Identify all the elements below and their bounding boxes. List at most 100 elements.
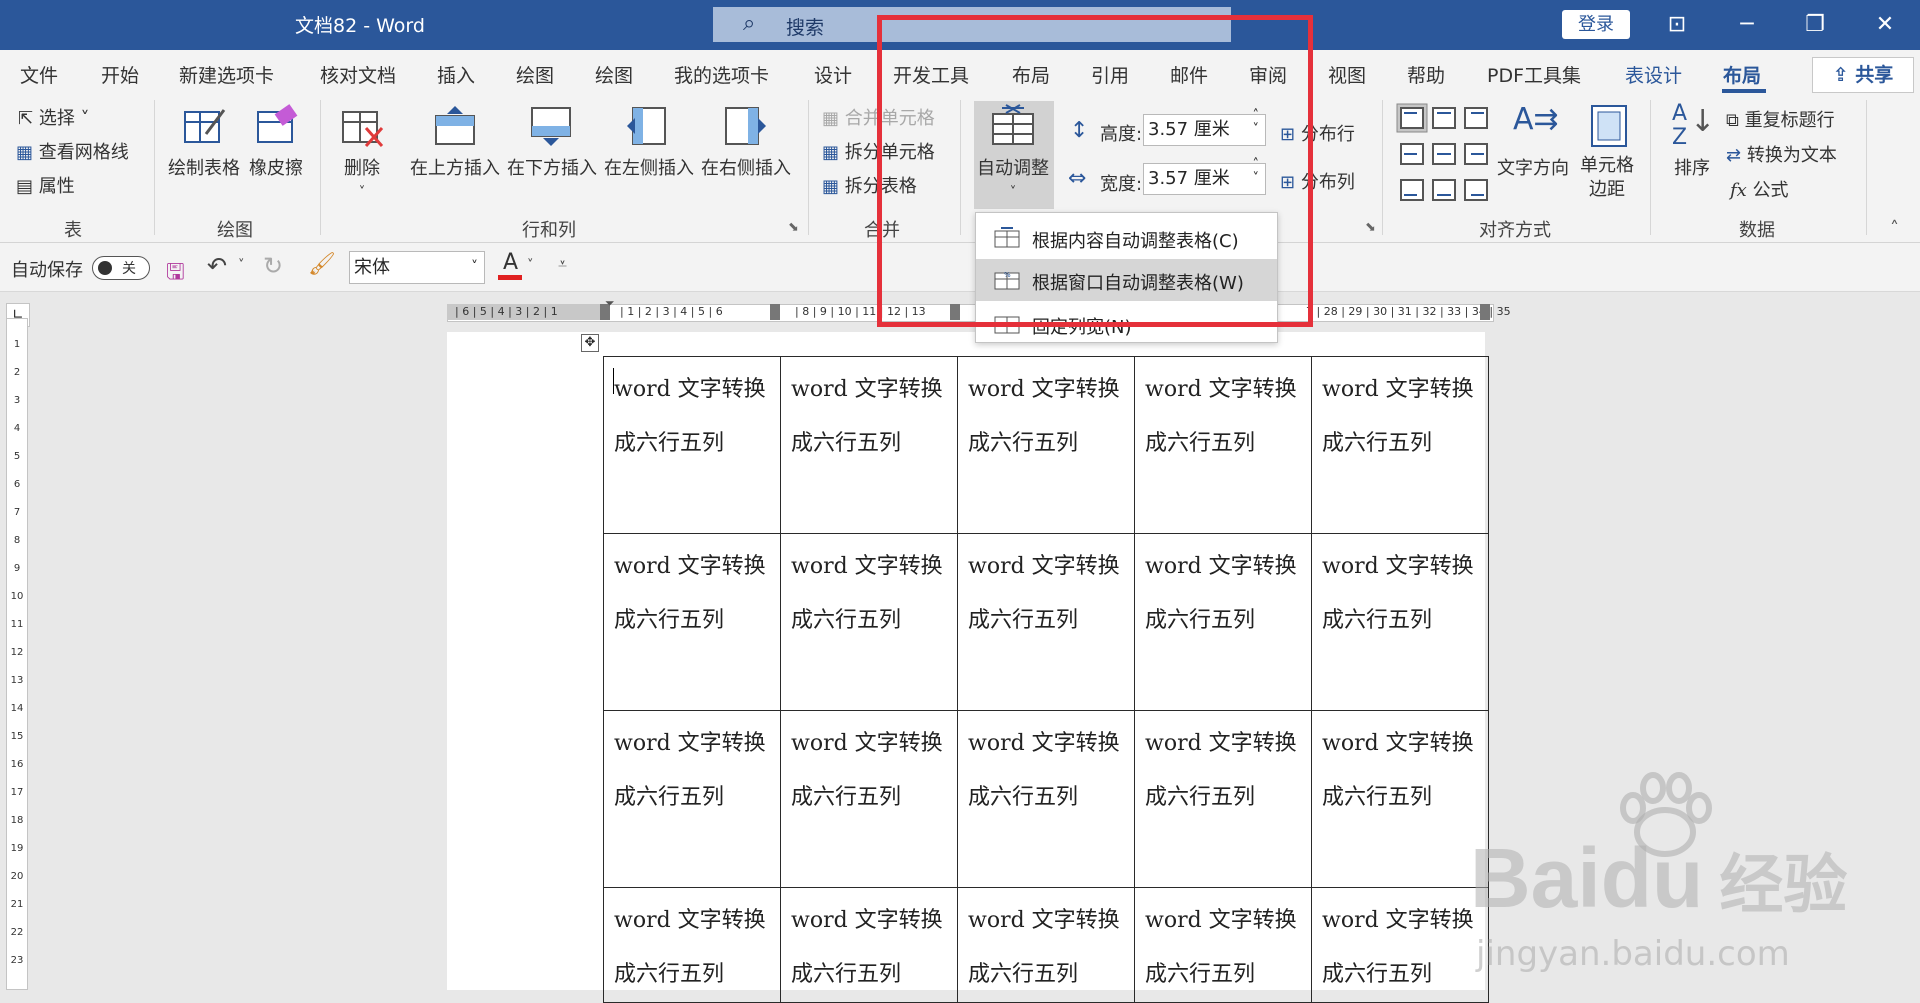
- table-cell[interactable]: word 文字转换 成六行五列: [1134, 356, 1312, 534]
- indent-marker-icon[interactable]: ⏷: [605, 296, 615, 311]
- share-button[interactable]: ⇪ 共享: [1812, 57, 1914, 93]
- table-cell[interactable]: word 文字转换 成六行五列: [780, 887, 958, 1003]
- tab-pdf-tools[interactable]: PDF工具集: [1487, 61, 1581, 88]
- vertical-ruler-number: 20: [10, 871, 24, 882]
- table-cell[interactable]: word 文字转换 成六行五列: [1311, 887, 1489, 1003]
- ribbon-display-options-icon[interactable]: ⊡: [1652, 6, 1702, 44]
- tab-view[interactable]: 视图: [1328, 61, 1366, 88]
- draw-table-button[interactable]: 绘制表格: [168, 154, 240, 180]
- watermark-brand-text: Baidu: [1470, 831, 1704, 925]
- cell-text: word 文字转换 成六行五列: [1312, 534, 1488, 648]
- convert-text-icon: ⇄: [1726, 145, 1742, 166]
- cell-text: word 文字转换 成六行五列: [958, 888, 1134, 1002]
- table-cell[interactable]: word 文字转换 成六行五列: [780, 533, 958, 711]
- view-gridlines-button[interactable]: ▦ 查看网格线: [16, 138, 129, 164]
- table-cell[interactable]: word 文字转换 成六行五列: [780, 710, 958, 888]
- insert-above-button[interactable]: 在上方插入: [410, 154, 500, 180]
- table-cell[interactable]: word 文字转换 成六行五列: [957, 710, 1135, 888]
- minimize-button[interactable]: ─: [1722, 6, 1772, 44]
- insert-left-button[interactable]: 在左侧插入: [604, 154, 694, 180]
- tab-file[interactable]: 文件: [20, 61, 58, 88]
- cell-text: word 文字转换 成六行五列: [1135, 534, 1311, 648]
- repeat-header-button[interactable]: ⧉ 重复标题行: [1726, 106, 1835, 132]
- repeat-header-icon: ⧉: [1726, 110, 1739, 131]
- undo-dropdown-icon[interactable]: ˅: [238, 258, 245, 273]
- cell-line-2: 成六行五列: [614, 962, 725, 987]
- split-cells-icon: ▦: [822, 142, 840, 163]
- table-move-handle-icon[interactable]: ✥: [581, 334, 599, 352]
- watermark-url: jingyan.baidu.com: [1476, 934, 1790, 974]
- table-cell[interactable]: word 文字转换 成六行五列: [780, 356, 958, 534]
- table-cell[interactable]: word 文字转换 成六行五列: [1311, 710, 1489, 888]
- vertical-ruler-number: 19: [10, 843, 24, 854]
- table-cell[interactable]: word 文字转换 成六行五列: [957, 356, 1135, 534]
- cell-line-2: 成六行五列: [791, 608, 902, 633]
- login-button[interactable]: 登录: [1562, 10, 1630, 39]
- cell-margins-label-1: 单元格: [1580, 155, 1634, 176]
- table-cell[interactable]: word 文字转换 成六行五列: [957, 887, 1135, 1003]
- table-row: word 文字转换 成六行五列 word 文字转换 成六行五列 word 文字转换 成六行…: [603, 356, 1489, 534]
- active-tab-indicator: [1722, 89, 1766, 93]
- collapse-ribbon-icon[interactable]: ˄: [1890, 218, 1899, 239]
- group-label-table: 表: [64, 220, 82, 241]
- tab-proofing[interactable]: 核对文档: [320, 61, 396, 88]
- insert-right-button[interactable]: 在右侧插入: [701, 154, 791, 180]
- grid-icon: ▦: [16, 142, 34, 163]
- font-color-icon[interactable]: A: [503, 250, 518, 275]
- vertical-ruler-number: 18: [10, 815, 24, 826]
- tab-table-layout[interactable]: 布局: [1723, 61, 1761, 88]
- tab-home[interactable]: 开始: [101, 61, 139, 88]
- table-cell[interactable]: word 文字转换 成六行五列: [957, 533, 1135, 711]
- tab-my-tab[interactable]: 我的选项卡: [674, 61, 769, 88]
- column-marker[interactable]: [770, 304, 780, 320]
- group-separator: [1650, 100, 1651, 235]
- delete-table-icon: [342, 111, 384, 147]
- column-marker[interactable]: [1480, 304, 1490, 320]
- autosave-toggle[interactable]: 关: [92, 256, 150, 280]
- cell-margins-button[interactable]: 单元格 边距: [1580, 154, 1634, 202]
- tab-draw-1[interactable]: 绘图: [516, 61, 554, 88]
- cell-line-1: word 文字转换: [968, 731, 1120, 756]
- insert-below-button[interactable]: 在下方插入: [507, 154, 597, 180]
- dialog-launcher-icon[interactable]: ⬊: [1365, 220, 1376, 235]
- table-cell[interactable]: word 文字转换 成六行五列: [603, 710, 781, 888]
- table-cell[interactable]: word 文字转换 成六行五列: [603, 356, 781, 534]
- table-cell[interactable]: word 文字转换 成六行五列: [1134, 887, 1312, 1003]
- vertical-ruler-number: 13: [10, 675, 24, 686]
- table-cell[interactable]: word 文字转换 成六行五列: [603, 533, 781, 711]
- save-icon[interactable]: 🖫: [166, 255, 185, 293]
- delete-button[interactable]: 删除 ˅: [344, 154, 380, 201]
- vertical-ruler[interactable]: 1 2 3 4 5 6 7 8 9 10 11 12 13 14 15 16 17 18 19 20 21 22 23: [6, 318, 28, 990]
- table-cell[interactable]: word 文字转换 成六行五列: [1134, 533, 1312, 711]
- font-color-dropdown-icon[interactable]: ˅: [527, 258, 534, 273]
- select-button[interactable]: ⇱ 选择 ˅: [18, 104, 90, 130]
- formula-button[interactable]: fx 公式: [1730, 176, 1789, 202]
- table-cell[interactable]: word 文字转换 成六行五列: [1134, 710, 1312, 888]
- tab-help[interactable]: 帮助: [1407, 61, 1445, 88]
- sort-button[interactable]: 排序: [1674, 154, 1710, 180]
- tab-insert[interactable]: 插入: [437, 61, 475, 88]
- tab-design[interactable]: 设计: [814, 61, 852, 88]
- convert-to-text-button[interactable]: ⇄ 转换为文本: [1726, 141, 1837, 167]
- tab-new-tab[interactable]: 新建选项卡: [179, 61, 274, 88]
- text-direction-button[interactable]: 文字方向: [1497, 154, 1569, 180]
- table-cell[interactable]: word 文字转换 成六行五列: [1311, 356, 1489, 534]
- cell-line-1: word 文字转换: [1145, 377, 1297, 402]
- insert-right-icon: [725, 107, 766, 145]
- eraser-button[interactable]: 橡皮擦: [249, 154, 303, 180]
- font-name-select[interactable]: 宋体 ˅: [349, 251, 485, 284]
- format-painter-icon[interactable]: 🖌: [308, 252, 336, 277]
- close-button[interactable]: ✕: [1860, 6, 1910, 44]
- tab-draw-2[interactable]: 绘图: [595, 61, 633, 88]
- table-cell[interactable]: word 文字转换 成六行五列: [1311, 533, 1489, 711]
- cell-line-2: 成六行五列: [791, 431, 902, 456]
- dialog-launcher-icon[interactable]: ⬊: [788, 220, 799, 235]
- restore-button[interactable]: ❐: [1790, 6, 1840, 44]
- tab-table-design[interactable]: 表设计: [1625, 61, 1682, 88]
- customize-toolbar-icon[interactable]: ⩡: [558, 254, 567, 274]
- undo-icon[interactable]: ↶: [207, 252, 227, 280]
- redo-icon[interactable]: ↻: [263, 252, 283, 280]
- repeat-header-label: 重复标题行: [1744, 110, 1835, 131]
- table-cell[interactable]: word 文字转换 成六行五列: [603, 887, 781, 1003]
- properties-button[interactable]: ▤ 属性: [16, 172, 75, 198]
